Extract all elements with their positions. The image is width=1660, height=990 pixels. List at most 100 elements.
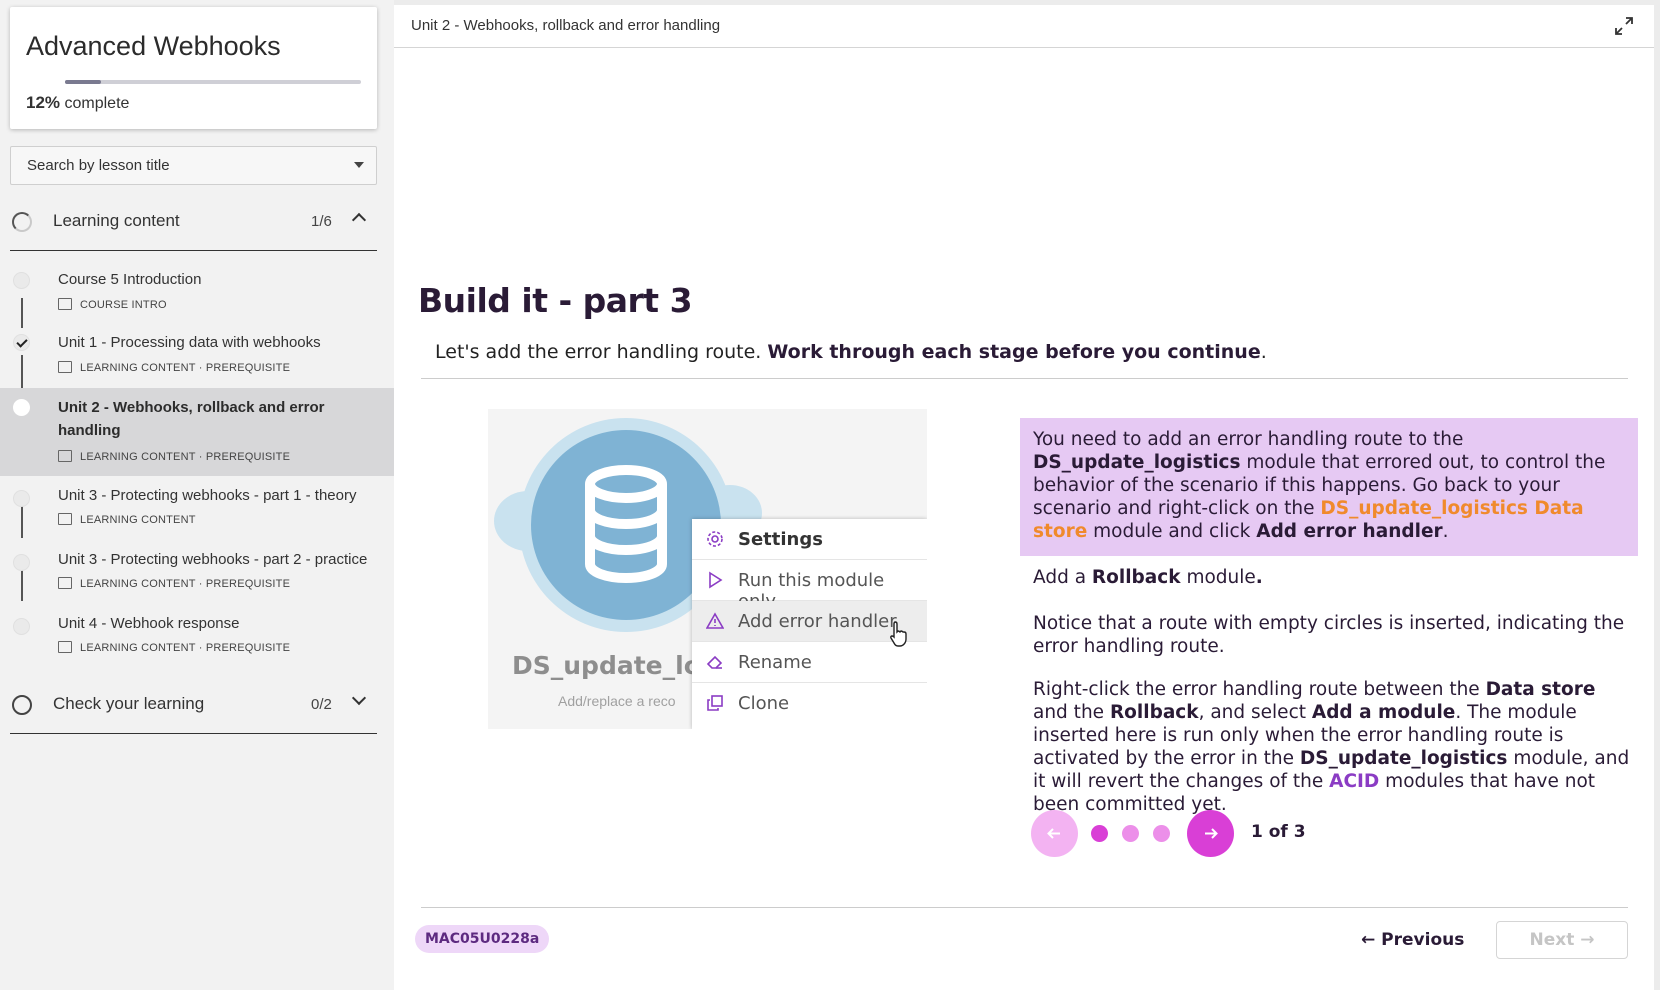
divider [421, 378, 1628, 379]
slides-icon [58, 513, 72, 525]
step-paragraph: Notice that a route with empty circles i… [1033, 613, 1625, 657]
lesson-item-current[interactable]: Unit 2 - Webhooks, rollback and error ha… [0, 388, 394, 476]
copy-icon [707, 695, 723, 711]
lesson-meta: LEARNING CONTENT [58, 513, 196, 526]
lesson-title: Unit 3 - Protecting webhooks - part 2 - … [58, 551, 368, 568]
course-title: Advanced Webhooks [26, 31, 281, 61]
lesson-type: LEARNING CONTENT · PREREQUISITE [80, 578, 291, 590]
section-count: 0/2 [311, 696, 332, 713]
highlight-text: ACID [1329, 771, 1380, 792]
lesson-type: LEARNING CONTENT · PREREQUISITE [80, 451, 291, 463]
lesson-content: Unit 2 - Webhooks, rollback and error ha… [394, 5, 1654, 990]
progress-bar-fill [65, 80, 101, 84]
course-sidebar: Advanced Webhooks 12% complete Search by… [0, 0, 394, 990]
slides-icon [58, 577, 72, 589]
bold-text: DS_update_logistics [1033, 452, 1241, 473]
progress-circle-icon [12, 695, 32, 715]
menu-item-label: Settings [738, 529, 823, 550]
lesson-item[interactable]: Unit 1 - Processing data with webhooks L… [0, 327, 394, 387]
menu-item-rename: Rename [692, 642, 927, 683]
text: You need to add an error handling route … [1033, 429, 1464, 450]
menu-item-label: Rename [738, 652, 812, 673]
text: module [1180, 567, 1256, 588]
lesson-title: Unit 4 - Webhook response [58, 615, 240, 632]
step-previous-button[interactable] [1031, 810, 1078, 857]
lesson-status-dot [13, 490, 30, 507]
lesson-status-dot [13, 399, 30, 416]
menu-item-clone: Clone [692, 683, 927, 724]
chevron-up-icon[interactable] [351, 212, 367, 228]
checkmark-icon [16, 336, 28, 348]
breadcrumb: Unit 2 - Webhooks, rollback and error ha… [411, 17, 721, 34]
caret-down-icon [354, 162, 364, 168]
lesson-type: COURSE INTRO [80, 299, 167, 311]
menu-item-settings: Settings [692, 519, 927, 560]
lesson-title: Unit 1 - Processing data with webhooks [58, 334, 321, 351]
step-callout-text: You need to add an error handling route … [1033, 428, 1633, 543]
lesson-status-dot [13, 334, 30, 351]
section-count: 1/6 [311, 213, 332, 230]
divider [421, 907, 1628, 908]
step-counter: 1 of 3 [1251, 822, 1306, 842]
section-check-your-learning[interactable]: Check your learning 0/2 [10, 676, 377, 734]
text: Add a [1033, 567, 1092, 588]
module-name: DS_update_log [512, 651, 719, 680]
lesson-intro: Let's add the error handling route. Work… [435, 341, 1267, 363]
lesson-item[interactable]: Unit 3 - Protecting webhooks - part 1 - … [0, 476, 394, 540]
gear-icon [707, 531, 723, 547]
lesson-type: LEARNING CONTENT [80, 514, 196, 526]
play-icon [709, 571, 723, 589]
text: and the [1033, 702, 1110, 723]
text: module and click [1087, 521, 1257, 542]
lesson-type: LEARNING CONTENT · PREREQUISITE [80, 362, 291, 374]
menu-item-label: Add error handler [738, 611, 897, 632]
lesson-meta: COURSE INTRO [58, 298, 167, 311]
bold-text: Rollback [1109, 702, 1199, 723]
lesson-item[interactable]: Course 5 Introduction COURSE INTRO [0, 262, 394, 326]
bold-text: . [1255, 567, 1263, 588]
context-menu-screenshot: DS_update_log Add/replace a reco Setting… [488, 409, 927, 729]
arrow-right-icon [1205, 828, 1218, 839]
section-learning-content[interactable]: Learning content 1/6 [10, 193, 377, 251]
menu-item-label: Clone [738, 693, 790, 714]
context-menu: Settings Run this module only Add error … [692, 519, 927, 729]
chevron-down-icon[interactable] [351, 690, 367, 706]
step-dot-active[interactable] [1091, 825, 1108, 842]
intro-text: Let's add the error handling route. [435, 341, 768, 363]
eraser-icon [706, 655, 723, 669]
module-subtitle: Add/replace a reco [558, 693, 676, 709]
progress-circle-icon [12, 212, 32, 232]
lesson-status-dot [13, 554, 30, 571]
progress-suffix: complete [64, 95, 130, 112]
previous-lesson-button[interactable]: ← Previous [1361, 930, 1464, 950]
progress-bar [65, 80, 361, 84]
page-title: Build it - part 3 [418, 281, 693, 320]
menu-item-add-error-handler: Add error handler [692, 601, 927, 647]
lesson-title: Course 5 Introduction [58, 271, 202, 288]
lesson-meta: LEARNING CONTENT · PREREQUISITE [58, 577, 290, 590]
section-title: Learning content [53, 211, 180, 230]
lesson-topbar: Unit 2 - Webhooks, rollback and error ha… [394, 5, 1654, 48]
section-title: Check your learning [53, 694, 205, 713]
lesson-search-placeholder: Search by lesson title [27, 157, 170, 174]
step-dot[interactable] [1153, 825, 1170, 842]
lesson-status-dot [13, 618, 30, 635]
next-lesson-button[interactable]: Next → [1496, 921, 1628, 959]
step-dot[interactable] [1122, 825, 1139, 842]
lesson-title: Unit 3 - Protecting webhooks - part 1 - … [58, 487, 357, 504]
bold-text: Data store [1485, 679, 1596, 700]
text: . [1442, 521, 1449, 542]
lesson-status-dot [13, 272, 30, 289]
lesson-item[interactable]: Unit 3 - Protecting webhooks - part 2 - … [0, 540, 394, 604]
arrow-left-icon [1047, 828, 1060, 839]
step-paragraph: Add a Rollback module. [1033, 566, 1633, 589]
step-next-button[interactable] [1187, 810, 1234, 857]
bold-text: Add a module [1311, 702, 1456, 723]
lesson-item[interactable]: Unit 4 - Webhook response LEARNING CONTE… [0, 604, 394, 668]
lesson-search-select[interactable]: Search by lesson title [10, 146, 377, 185]
text: , and select [1198, 702, 1312, 723]
lesson-title: Unit 2 - Webhooks, rollback and error ha… [58, 399, 325, 439]
bold-text: DS_update_logistics [1299, 748, 1508, 769]
lesson-meta: LEARNING CONTENT · PREREQUISITE [58, 450, 290, 463]
expand-icon[interactable] [1615, 17, 1633, 35]
